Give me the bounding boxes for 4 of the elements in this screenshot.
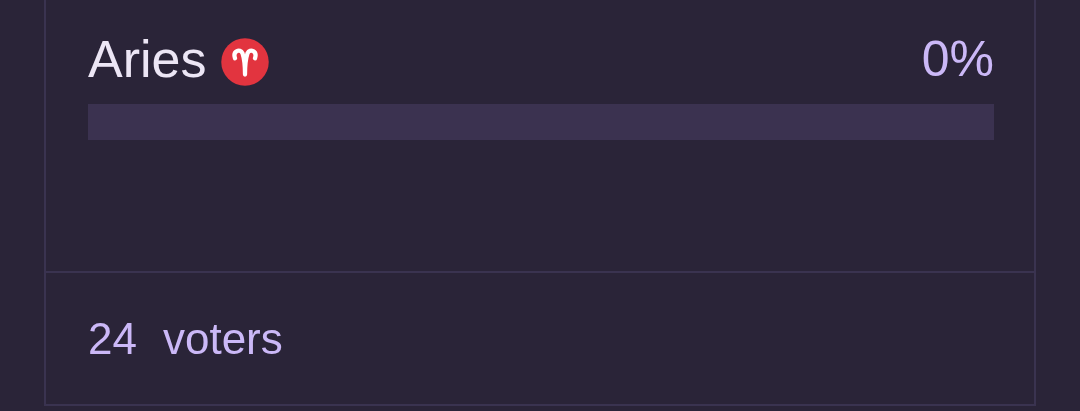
voter-count: 24 [88,313,137,364]
option-label: Aries [88,29,207,89]
percent-value: 0% [921,30,994,88]
voters-label: voters [162,313,283,364]
